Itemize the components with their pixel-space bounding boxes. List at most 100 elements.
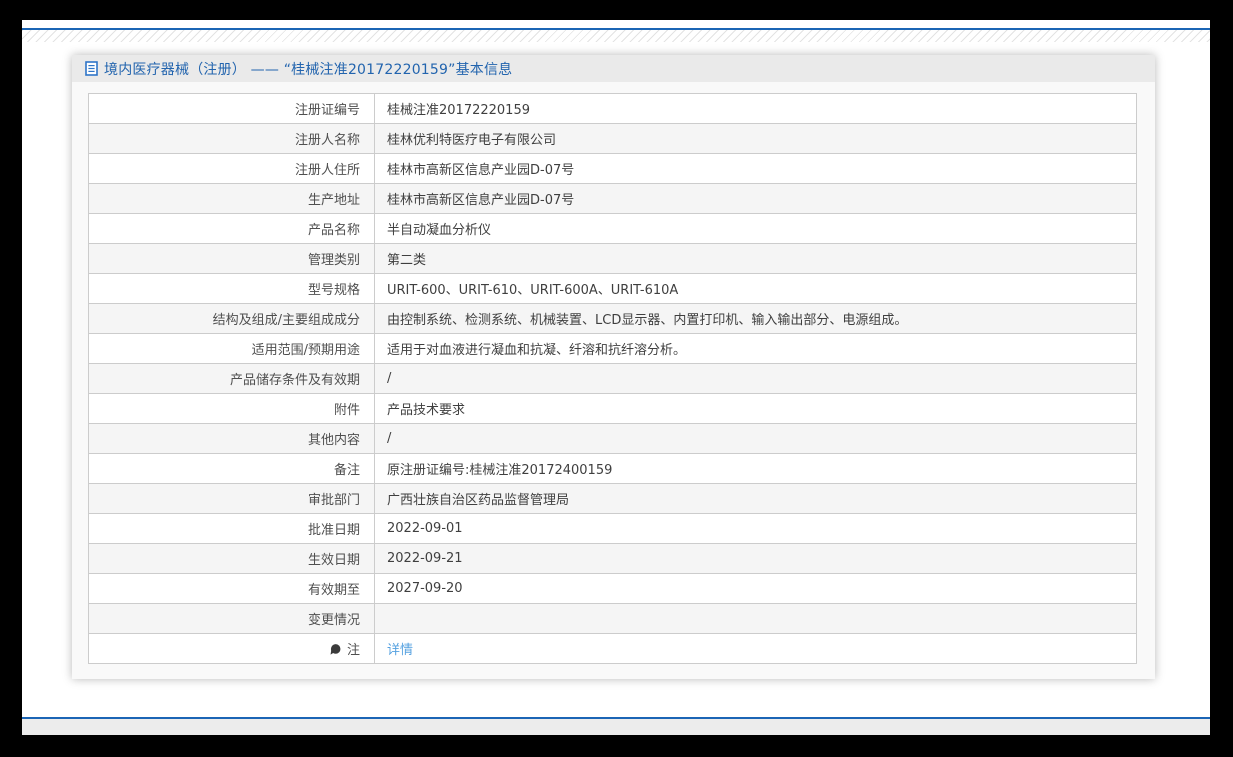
- row-value-cell: 2022-09-21: [374, 543, 1137, 574]
- row-label: 注册人名称: [294, 133, 360, 148]
- row-value: 2022-09-01: [387, 521, 463, 536]
- row-value: 桂械注准20172220159: [387, 103, 530, 118]
- table-row: 产品储存条件及有效期 /: [88, 363, 1137, 394]
- row-label: 型号规格: [307, 283, 360, 298]
- hatch-pattern-band: [22, 30, 1210, 42]
- row-value-cell: 第二类: [374, 243, 1137, 274]
- row-value: 由控制系统、检测系统、机械装置、LCD显示器、内置打印机、输入输出部分、电源组成…: [387, 313, 908, 328]
- document-icon: [85, 61, 98, 76]
- row-value: 桂林优利特医疗电子有限公司: [387, 133, 557, 148]
- table-row: 生产地址 桂林市高新区信息产业园D-07号: [88, 183, 1137, 214]
- table-row: 产品名称 半自动凝血分析仪: [88, 213, 1137, 244]
- row-label: 审批部门: [307, 493, 360, 508]
- row-value: 广西壮族自治区药品监督管理局: [387, 493, 570, 508]
- table-row: 管理类别 第二类: [88, 243, 1137, 274]
- row-value: 半自动凝血分析仪: [387, 223, 492, 238]
- row-label-cell: 备注: [88, 453, 375, 484]
- row-value-cell: 2022-09-01: [374, 513, 1137, 544]
- details-link[interactable]: 详情: [387, 643, 413, 658]
- row-label-cell: 生效日期: [88, 543, 375, 574]
- row-value-cell: 桂林市高新区信息产业园D-07号: [374, 183, 1137, 214]
- table-row: 注册人住所 桂林市高新区信息产业园D-07号: [88, 153, 1137, 184]
- row-label: 适用范围/预期用途: [251, 343, 360, 358]
- table-row: 附件 产品技术要求: [88, 393, 1137, 424]
- page-title: 境内医疗器械（注册） —— “桂械注准20172220159”基本信息: [85, 59, 512, 79]
- row-label-cell: 其他内容: [88, 423, 375, 454]
- table-row: 批准日期 2022-09-01: [88, 513, 1137, 544]
- row-label: 产品储存条件及有效期: [229, 373, 360, 388]
- row-label: 备注: [333, 463, 360, 478]
- row-value-cell: 产品技术要求: [374, 393, 1137, 424]
- row-label-cell: 结构及组成/主要组成成分: [88, 303, 375, 334]
- row-label: 产品名称: [307, 223, 360, 238]
- panel-titlebar: 境内医疗器械（注册） —— “桂械注准20172220159”基本信息: [72, 55, 1155, 82]
- row-label-cell: 生产地址: [88, 183, 375, 214]
- row-value: 第二类: [387, 253, 427, 268]
- row-label: 附件: [333, 403, 360, 418]
- row-label: 注: [346, 642, 360, 658]
- info-panel: 境内医疗器械（注册） —— “桂械注准20172220159”基本信息 注册证编…: [72, 55, 1155, 679]
- page: 境内医疗器械（注册） —— “桂械注准20172220159”基本信息 注册证编…: [22, 20, 1210, 735]
- row-label: 注册证编号: [294, 103, 360, 118]
- row-value: 桂林市高新区信息产业园D-07号: [387, 163, 575, 178]
- row-label: 注册人住所: [294, 163, 360, 178]
- row-value-cell: [374, 603, 1137, 634]
- registration-info-table: 注册证编号 桂械注准20172220159 注册人名称 桂林优利特医疗电子有限公…: [88, 93, 1137, 664]
- footer-strip: [22, 719, 1210, 735]
- row-label: 生产地址: [307, 193, 360, 208]
- row-value-cell: 由控制系统、检测系统、机械装置、LCD显示器、内置打印机、输入输出部分、电源组成…: [374, 303, 1137, 334]
- row-label: 生效日期: [307, 553, 360, 568]
- row-label-cell: 审批部门: [88, 483, 375, 514]
- table-row: 适用范围/预期用途 适用于对血液进行凝血和抗凝、纤溶和抗纤溶分析。: [88, 333, 1137, 364]
- table-row: 生效日期 2022-09-21: [88, 543, 1137, 574]
- row-value-cell: 桂林优利特医疗电子有限公司: [374, 123, 1137, 154]
- row-value-cell: 桂械注准20172220159: [374, 93, 1137, 124]
- table-row: 变更情况: [88, 603, 1137, 634]
- row-label: 结构及组成/主要组成成分: [212, 313, 360, 328]
- row-value: 2027-09-20: [387, 581, 463, 596]
- row-label-cell: 变更情况: [88, 603, 375, 634]
- row-value-cell: 适用于对血液进行凝血和抗凝、纤溶和抗纤溶分析。: [374, 333, 1137, 364]
- table-row: 其他内容 /: [88, 423, 1137, 454]
- table-row: 结构及组成/主要组成成分 由控制系统、检测系统、机械装置、LCD显示器、内置打印…: [88, 303, 1137, 334]
- row-label-cell: 附件: [88, 393, 375, 424]
- row-label-cell: 注册人名称: [88, 123, 375, 154]
- row-value: 原注册证编号:桂械注准20172400159: [387, 463, 613, 478]
- row-label-cell: 型号规格: [88, 273, 375, 304]
- row-value-cell: 原注册证编号:桂械注准20172400159: [374, 453, 1137, 484]
- row-value: 产品技术要求: [387, 403, 466, 418]
- row-label-cell: 产品名称: [88, 213, 375, 244]
- row-value: 适用于对血液进行凝血和抗凝、纤溶和抗纤溶分析。: [387, 343, 687, 358]
- row-label-cell: 管理类别: [88, 243, 375, 274]
- table-row: 备注 原注册证编号:桂械注准20172400159: [88, 453, 1137, 484]
- row-value: 2022-09-21: [387, 551, 463, 566]
- row-label-cell: 有效期至: [88, 573, 375, 604]
- row-label-cell: 注册人住所: [88, 153, 375, 184]
- row-value-cell: 详情: [374, 633, 1137, 664]
- row-value-cell: 半自动凝血分析仪: [374, 213, 1137, 244]
- page-title-text: 境内医疗器械（注册） —— “桂械注准20172220159”基本信息: [104, 61, 513, 78]
- row-value-cell: 广西壮族自治区药品监督管理局: [374, 483, 1137, 514]
- table-row: 有效期至 2027-09-20: [88, 573, 1137, 604]
- row-value-cell: 2027-09-20: [374, 573, 1137, 604]
- table-row: 注册人名称 桂林优利特医疗电子有限公司: [88, 123, 1137, 154]
- table-row: 审批部门 广西壮族自治区药品监督管理局: [88, 483, 1137, 514]
- row-label: 有效期至: [307, 583, 360, 598]
- row-value: 桂林市高新区信息产业园D-07号: [387, 193, 575, 208]
- row-label-cell: 产品储存条件及有效期: [88, 363, 375, 394]
- note-balloon-icon: [330, 643, 341, 659]
- row-value: URIT-600、URIT-610、URIT-600A、URIT-610A: [387, 283, 679, 298]
- row-value-cell: URIT-600、URIT-610、URIT-600A、URIT-610A: [374, 273, 1137, 304]
- row-value-cell: /: [374, 363, 1137, 394]
- row-label-cell: 批准日期: [88, 513, 375, 544]
- row-value: /: [387, 371, 392, 386]
- row-label: 其他内容: [307, 433, 360, 448]
- row-label-cell: 适用范围/预期用途: [88, 333, 375, 364]
- table-row: 注册证编号 桂械注准20172220159: [88, 93, 1137, 124]
- registration-info-table-body: 注册证编号 桂械注准20172220159 注册人名称 桂林优利特医疗电子有限公…: [88, 93, 1137, 664]
- row-label-cell: 注: [88, 633, 375, 664]
- table-row: 型号规格 URIT-600、URIT-610、URIT-600A、URIT-61…: [88, 273, 1137, 304]
- row-value: /: [387, 431, 392, 446]
- table-row: 注 详情: [88, 633, 1137, 664]
- row-label-cell: 注册证编号: [88, 93, 375, 124]
